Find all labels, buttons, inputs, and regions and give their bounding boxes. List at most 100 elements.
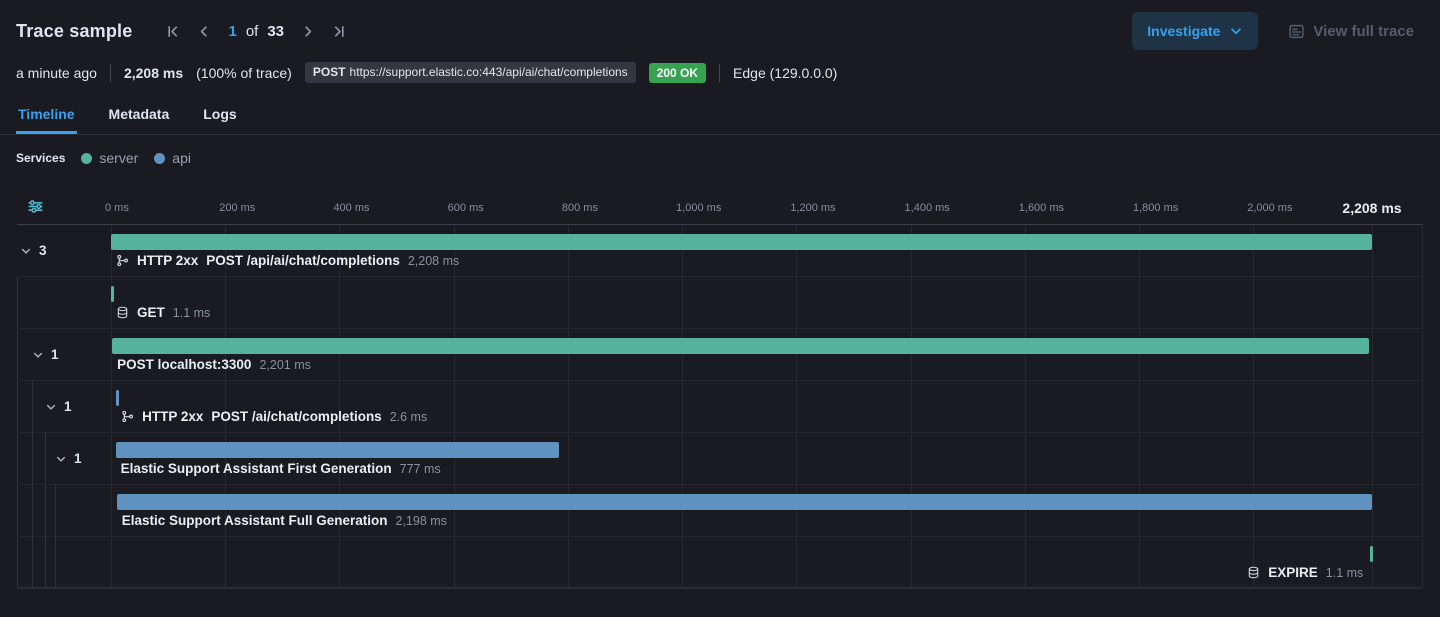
accordion-toggle[interactable]: 1 [32, 329, 59, 380]
database-icon [116, 306, 129, 319]
span-bar[interactable] [117, 494, 1372, 510]
span-type-badge: HTTP 2xx [142, 409, 203, 424]
trace-percent: (100% of trace) [196, 65, 292, 81]
span-title: POST localhost:3300 [117, 357, 251, 372]
trace-sample-panel: Trace sample 1 of 33 [0, 0, 1440, 617]
axis-tick-label: 1,600 ms [1019, 202, 1064, 214]
api-color-dot [154, 153, 165, 164]
span-title: EXPIRE [1268, 565, 1318, 580]
span-label: HTTP 2xx POST /ai/chat/completions 2.6 ms [121, 409, 427, 424]
span-bar[interactable] [111, 234, 1372, 250]
legend-item-api: api [154, 150, 191, 166]
arrow-end-icon [332, 24, 347, 39]
previous-page-button[interactable] [191, 19, 216, 44]
waterfall-filter-icon[interactable] [25, 196, 46, 220]
span-bar[interactable] [116, 442, 560, 458]
axis-tick-label: 1,800 ms [1133, 202, 1178, 214]
legend-item-label: server [99, 150, 138, 166]
trace-waterfall: 0 ms200 ms400 ms600 ms800 ms1,000 ms1,20… [17, 182, 1423, 588]
span-label: HTTP 2xx POST /api/ai/chat/completions 2,2… [116, 253, 459, 268]
span-duration: 777 ms [400, 462, 441, 476]
chevron-left-icon [196, 24, 211, 39]
waterfall-chart: HTTP 2xx POST /api/ai/chat/completions 2,2… [17, 224, 1423, 588]
current-page: 1 [228, 23, 236, 40]
next-page-button[interactable] [296, 19, 321, 44]
span-bar[interactable] [116, 390, 119, 406]
divider [110, 64, 111, 82]
axis-tick-label: 2,208 ms [1342, 200, 1401, 216]
accordion-toggle[interactable]: 1 [45, 381, 72, 432]
tab-bar: Timeline Metadata Logs [0, 97, 1440, 135]
axis-tick-label: 2,000 ms [1247, 202, 1292, 214]
divider [719, 64, 720, 82]
span-bar[interactable] [111, 286, 114, 302]
services-label: Services [16, 151, 65, 165]
waterfall-row[interactable]: Elastic Support Assistant First Generati… [17, 433, 1422, 485]
timestamp-relative: a minute ago [16, 65, 97, 81]
tab-timeline[interactable]: Timeline [16, 97, 77, 134]
arrow-start-icon [165, 24, 180, 39]
investigate-button[interactable]: Investigate [1132, 12, 1258, 50]
tab-logs[interactable]: Logs [201, 97, 238, 134]
accordion-toggle[interactable]: 1 [55, 433, 82, 484]
trace-pagination: 1 of 33 [160, 19, 352, 44]
axis-tick-label: 1,000 ms [676, 202, 721, 214]
trace-list-icon [1288, 23, 1305, 40]
span-label: GET1.1 ms [116, 305, 210, 320]
child-count: 1 [64, 399, 72, 414]
span-title: POST /ai/chat/completions [211, 409, 381, 424]
span-duration: 1.1 ms [173, 306, 211, 320]
page-of-label: of [246, 23, 259, 40]
waterfall-row[interactable]: GET1.1 ms [17, 277, 1422, 329]
span-duration: 2,198 ms [396, 514, 447, 528]
axis-tick-label: 600 ms [448, 202, 484, 214]
axis-tick-label: 200 ms [219, 202, 255, 214]
waterfall-row[interactable]: HTTP 2xx POST /api/ai/chat/completions 2,2… [17, 225, 1422, 277]
view-full-trace-label: View full trace [1313, 23, 1414, 40]
legend-item-label: api [172, 150, 191, 166]
waterfall-row[interactable]: POST localhost:33002,201 ms 1 [17, 329, 1422, 381]
first-page-button[interactable] [160, 19, 185, 44]
span-duration: 2.6 ms [390, 410, 428, 424]
view-full-trace-button[interactable]: View full trace [1288, 23, 1414, 40]
span-bar[interactable] [112, 338, 1369, 354]
axis-tick-label: 800 ms [562, 202, 598, 214]
legend-item-server: server [81, 150, 138, 166]
trace-duration: 2,208 ms [124, 65, 183, 81]
span-bar[interactable] [1370, 546, 1373, 562]
page-title: Trace sample [16, 21, 132, 42]
axis-tick-label: 1,200 ms [790, 202, 835, 214]
merge-icon [116, 254, 129, 267]
request-method: POST [313, 65, 346, 79]
child-count: 3 [39, 243, 47, 258]
tab-metadata[interactable]: Metadata [107, 97, 172, 134]
axis-tick-label: 0 ms [105, 202, 129, 214]
page-indicator: 1 of 33 [228, 23, 284, 40]
waterfall-row[interactable]: Elastic Support Assistant Full Generatio… [17, 485, 1422, 537]
last-page-button[interactable] [327, 19, 352, 44]
chevron-right-icon [301, 24, 316, 39]
total-pages: 33 [267, 23, 284, 40]
chevron-down-icon [55, 453, 67, 465]
chevron-down-icon [32, 349, 44, 361]
child-count: 1 [74, 451, 82, 466]
investigate-label: Investigate [1147, 23, 1220, 39]
chevron-down-icon [45, 401, 57, 413]
span-duration: 2,208 ms [408, 254, 459, 268]
chevron-down-icon [1229, 24, 1243, 38]
topbar: Trace sample 1 of 33 [0, 0, 1440, 54]
waterfall-row[interactable]: HTTP 2xx POST /ai/chat/completions 2.6 ms 1 [17, 381, 1422, 433]
span-duration: 1.1 ms [1326, 566, 1364, 580]
trace-summary: a minute ago 2,208 ms (100% of trace) PO… [0, 54, 1440, 97]
request-url-badge: POSThttps://support.elastic.co:443/api/a… [305, 62, 636, 83]
merge-icon [121, 410, 134, 423]
span-label: POST localhost:33002,201 ms [117, 357, 311, 372]
accordion-toggle[interactable]: 3 [20, 225, 47, 276]
span-title: Elastic Support Assistant Full Generatio… [122, 513, 388, 528]
timeline-axis: 0 ms200 ms400 ms600 ms800 ms1,000 ms1,20… [17, 182, 1423, 224]
span-type-badge: HTTP 2xx [137, 253, 198, 268]
axis-tick-label: 1,400 ms [905, 202, 950, 214]
span-title: POST /api/ai/chat/completions [206, 253, 400, 268]
waterfall-row[interactable]: EXPIRE 1.1 ms [17, 537, 1422, 589]
span-label: Elastic Support Assistant First Generati… [121, 461, 441, 476]
